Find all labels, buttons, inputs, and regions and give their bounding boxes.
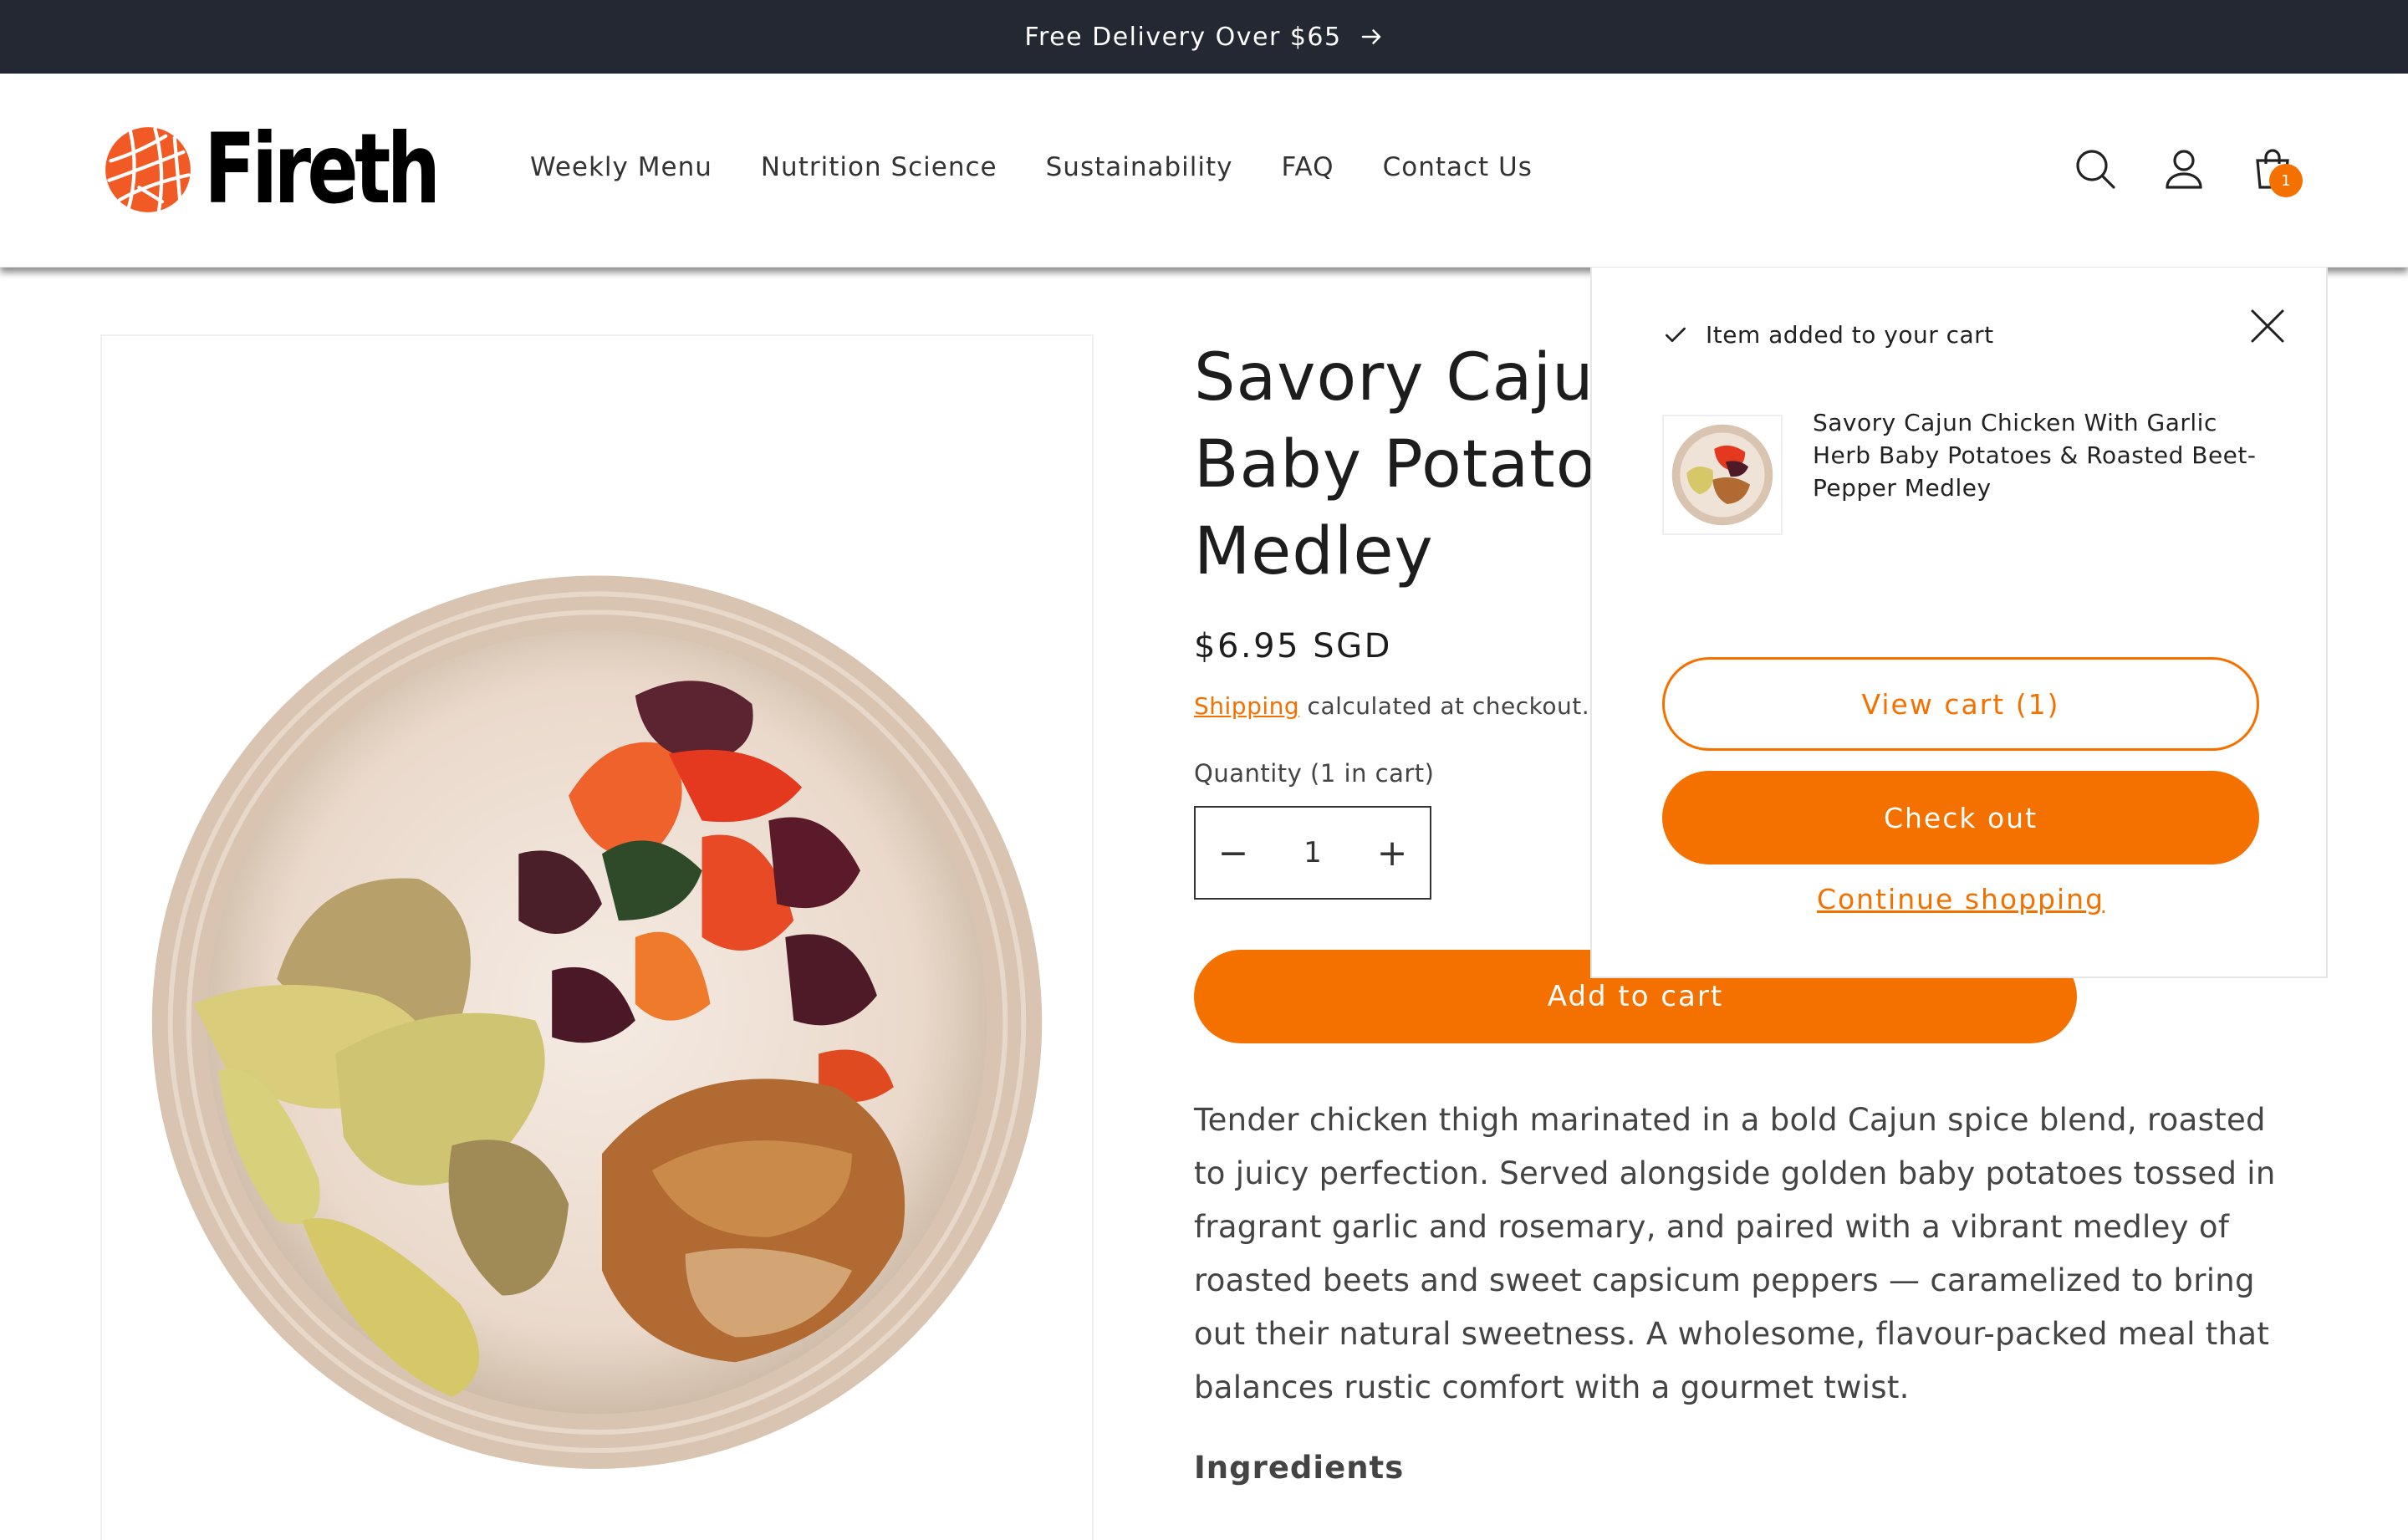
cart-notification-heading-text: Item added to your cart: [1706, 321, 1994, 349]
account-button[interactable]: [2161, 145, 2207, 192]
shipping-note: Shipping calculated at checkout.: [1194, 692, 1589, 720]
nav-item-faq[interactable]: FAQ: [1282, 152, 1334, 182]
product-image-frame[interactable]: [100, 334, 1094, 1540]
checkmark-icon: [1666, 327, 1686, 342]
shipping-link[interactable]: Shipping: [1194, 692, 1299, 720]
close-icon: [2251, 309, 2284, 343]
quantity-stepper: − +: [1194, 806, 1431, 900]
announcement-bar[interactable]: Free Delivery Over $65: [0, 0, 2408, 74]
main-nav: Weekly Menu Nutrition Science Sustainabi…: [530, 152, 1533, 182]
cart-item-image: [1671, 424, 1773, 526]
cart-item-thumbnail: [1662, 415, 1783, 535]
search-button[interactable]: [2072, 145, 2119, 192]
checkout-button[interactable]: Check out: [1662, 771, 2259, 864]
quantity-increase-button[interactable]: +: [1354, 808, 1430, 898]
cart-notification-heading: Item added to your cart: [1662, 321, 1994, 349]
continue-shopping-link[interactable]: Continue shopping: [1662, 883, 2259, 915]
site-header: Fireth Weekly Menu Nutrition Science Sus…: [0, 74, 2408, 268]
logo[interactable]: Fireth: [104, 113, 503, 226]
product-price: $6.95 SGD: [1194, 627, 1392, 665]
nav-item-sustainability[interactable]: Sustainability: [1046, 152, 1233, 182]
nav-item-contact-us[interactable]: Contact Us: [1383, 152, 1533, 182]
search-icon: [2076, 150, 2115, 189]
product-description: Tender chicken thigh marinated in a bold…: [1194, 1102, 2276, 1405]
ingredients-heading[interactable]: Ingredients: [1194, 1450, 1404, 1486]
cart-notification: Item added to your cart Savory Cajun Chi…: [1590, 268, 2328, 978]
logo-mark-icon: [105, 127, 191, 214]
shipping-note-text: calculated at checkout.: [1299, 692, 1590, 720]
quantity-decrease-button[interactable]: −: [1196, 808, 1271, 898]
product-image: [151, 575, 1043, 1469]
account-icon: [2166, 150, 2202, 189]
cart-count-badge: 1: [2269, 164, 2303, 197]
logo-wordmark: Fireth: [204, 113, 441, 226]
close-notification-button[interactable]: [2244, 303, 2291, 349]
product-title-line: Savory Cajun: [1194, 340, 1637, 416]
cart-item-name[interactable]: Savory Cajun Chicken With Garlic Herb Ba…: [1813, 406, 2281, 504]
arrow-right-icon: [1361, 29, 1380, 44]
nav-item-weekly-menu[interactable]: Weekly Menu: [530, 152, 712, 182]
product-title-line: Medley: [1194, 514, 1434, 589]
quantity-input[interactable]: [1271, 808, 1354, 898]
announcement-text[interactable]: Free Delivery Over $65: [1024, 23, 1341, 52]
view-cart-button[interactable]: View cart (1): [1662, 657, 2259, 751]
nav-item-nutrition-science[interactable]: Nutrition Science: [761, 152, 997, 182]
quantity-label: Quantity (1 in cart): [1194, 759, 1435, 788]
